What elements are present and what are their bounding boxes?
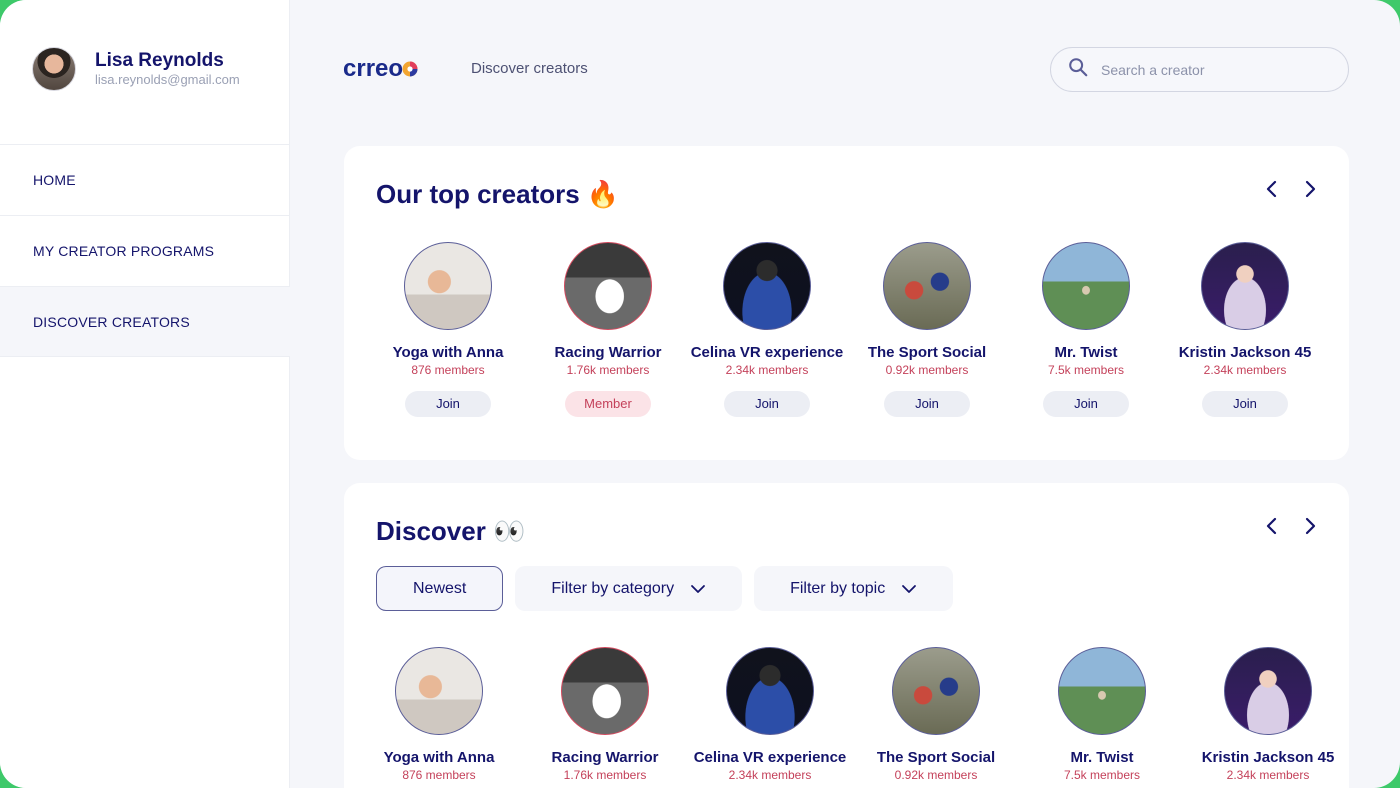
creator-photo[interactable] (892, 647, 980, 735)
creator-members: 7.5k members (1047, 363, 1125, 377)
creator-members: 876 members (411, 363, 485, 377)
logo-wordmark: crreo (343, 56, 403, 82)
chevron-down-icon (901, 581, 917, 597)
top-creators-card: Our top creators 🔥 Yoga with Anna 876 me… (344, 146, 1349, 460)
creator-members: 0.92k members (894, 768, 978, 782)
creator-photo[interactable] (404, 242, 492, 330)
creator-card[interactable]: Racing Warrior 1.76k members Member (528, 242, 688, 417)
creator-card[interactable]: Celina VR experience 2.34k members Join (687, 242, 847, 417)
search-icon (1067, 56, 1089, 83)
discover-creators-link[interactable]: Discover creators (471, 60, 588, 77)
join-button[interactable]: Join (724, 391, 810, 417)
creator-card[interactable]: Kristin Jackson 45 2.34k members Join (1165, 242, 1325, 417)
creator-photo[interactable] (564, 242, 652, 330)
creator-card[interactable]: Celina VR experience 2.34k members (690, 647, 850, 782)
creator-members: 876 members (402, 768, 476, 782)
creator-members: 2.34k members (728, 768, 812, 782)
creator-name[interactable]: Yoga with Anna (359, 749, 519, 766)
creator-card[interactable]: Mr. Twist 7.5k members Join (1006, 242, 1166, 417)
creator-photo[interactable] (723, 242, 811, 330)
newest-filter-button[interactable]: Newest (376, 566, 504, 611)
topic-filter-label: Filter by topic (790, 579, 886, 597)
crreo-logo[interactable]: crreo (343, 55, 423, 82)
join-button[interactable]: Join (405, 391, 491, 417)
member-button[interactable]: Member (565, 391, 651, 417)
discover-pager (1263, 517, 1319, 535)
creator-card[interactable]: The Sport Social 0.92k members (856, 647, 1016, 782)
sidebar-item-discover-creators[interactable]: DISCOVER CREATORS (0, 286, 290, 357)
creator-name[interactable]: Yoga with Anna (368, 344, 528, 361)
creator-photo[interactable] (561, 647, 649, 735)
sidebar-item-my-creator-programs[interactable]: MY CREATOR PROGRAMS (0, 215, 290, 286)
creator-card[interactable]: Mr. Twist 7.5k members (1022, 647, 1182, 782)
creator-photo[interactable] (1042, 242, 1130, 330)
creator-name[interactable]: Kristin Jackson 45 (1188, 749, 1348, 766)
chevron-left-icon[interactable] (1263, 517, 1281, 535)
creator-members: 7.5k members (1063, 768, 1141, 782)
creator-members: 1.76k members (563, 768, 647, 782)
user-name: Lisa Reynolds (95, 50, 224, 71)
join-button[interactable]: Join (884, 391, 970, 417)
creator-name[interactable]: The Sport Social (856, 749, 1016, 766)
user-email: lisa.reynolds@gmail.com (95, 72, 240, 87)
creator-name[interactable]: Kristin Jackson 45 (1165, 344, 1325, 361)
creator-members: 0.92k members (885, 363, 969, 377)
app-window: Lisa Reynolds lisa.reynolds@gmail.com HO… (0, 0, 1400, 788)
topic-filter-dropdown[interactable]: Filter by topic (754, 566, 954, 611)
creator-members: 2.34k members (725, 363, 809, 377)
sidebar-item-home[interactable]: HOME (0, 144, 290, 215)
creator-name[interactable]: Racing Warrior (528, 344, 688, 361)
sidebar: Lisa Reynolds lisa.reynolds@gmail.com HO… (0, 0, 290, 788)
sidebar-nav: HOME MY CREATOR PROGRAMS DISCOVER CREATO… (0, 144, 290, 357)
creator-photo[interactable] (883, 242, 971, 330)
category-filter-label: Filter by category (551, 579, 675, 597)
profile-text: Lisa Reynolds lisa.reynolds@gmail.com (95, 50, 240, 88)
creator-name[interactable]: Celina VR experience (687, 344, 847, 361)
discover-filters: Newest Filter by category Filter by topi… (376, 566, 954, 611)
discover-card: Discover 👀 Newest Filter by category Fil… (344, 483, 1349, 788)
newest-label: Newest (413, 579, 467, 597)
user-profile[interactable]: Lisa Reynolds lisa.reynolds@gmail.com (32, 47, 240, 91)
creator-card[interactable]: The Sport Social 0.92k members Join (847, 242, 1007, 417)
discover-title: Discover 👀 (376, 516, 526, 546)
creator-card[interactable]: Yoga with Anna 876 members (359, 647, 519, 782)
chevron-right-icon[interactable] (1301, 517, 1319, 535)
creator-members: 2.34k members (1226, 768, 1310, 782)
creator-photo[interactable] (1201, 242, 1289, 330)
creator-name[interactable]: Celina VR experience (690, 749, 850, 766)
join-button[interactable]: Join (1043, 391, 1129, 417)
creator-name[interactable]: Mr. Twist (1022, 749, 1182, 766)
top-creators-title: Our top creators 🔥 (376, 179, 620, 209)
creator-photo[interactable] (395, 647, 483, 735)
top-creators-pager (1263, 180, 1319, 198)
creator-card[interactable]: Kristin Jackson 45 2.34k members (1188, 647, 1348, 782)
join-button[interactable]: Join (1202, 391, 1288, 417)
creator-members: 1.76k members (566, 363, 650, 377)
chevron-right-icon[interactable] (1301, 180, 1319, 198)
creator-photo[interactable] (1224, 647, 1312, 735)
creator-photo[interactable] (726, 647, 814, 735)
search-bar[interactable] (1050, 47, 1349, 92)
creator-members: 2.34k members (1203, 363, 1287, 377)
avatar (32, 47, 76, 91)
creator-photo[interactable] (1058, 647, 1146, 735)
search-input[interactable] (1101, 61, 1321, 78)
creator-name[interactable]: Racing Warrior (525, 749, 685, 766)
creator-card[interactable]: Yoga with Anna 876 members Join (368, 242, 528, 417)
category-filter-dropdown[interactable]: Filter by category (515, 566, 743, 611)
creator-name[interactable]: Mr. Twist (1006, 344, 1166, 361)
chevron-down-icon (690, 581, 706, 597)
chevron-left-icon[interactable] (1263, 180, 1281, 198)
creator-name[interactable]: The Sport Social (847, 344, 1007, 361)
creator-card[interactable]: Racing Warrior 1.76k members (525, 647, 685, 782)
